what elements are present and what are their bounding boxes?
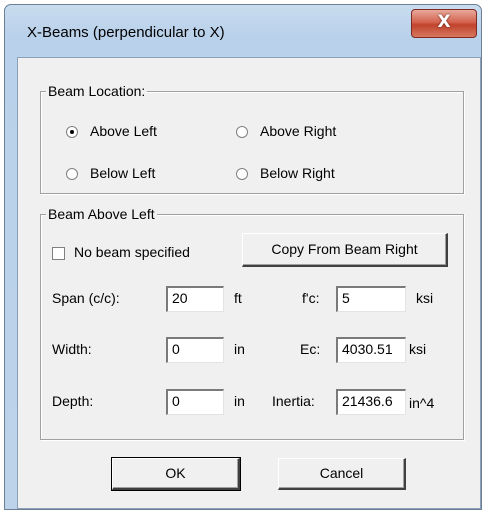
ec-input[interactable]: 4030.51	[336, 337, 406, 363]
close-icon: X	[437, 12, 451, 32]
depth-input[interactable]: 0	[166, 389, 224, 415]
no-beam-checkbox[interactable]	[52, 247, 65, 260]
dialog-client-area: Beam Location: Above Left Above Right Be…	[17, 57, 481, 509]
inertia-input[interactable]: 21436.6	[336, 389, 406, 415]
window-title: X-Beams (perpendicular to X)	[27, 24, 225, 41]
span-unit: ft	[234, 290, 242, 306]
beam-above-left-legend: Beam Above Left	[46, 206, 157, 222]
ok-button[interactable]: OK	[111, 457, 241, 491]
label-above-right: Above Right	[260, 123, 337, 139]
copy-from-beam-right-button[interactable]: Copy From Beam Right	[242, 233, 448, 267]
cancel-button[interactable]: Cancel	[278, 458, 406, 490]
ec-unit: ksi	[409, 341, 427, 357]
label-below-left: Below Left	[90, 165, 156, 181]
fc-label: f'c:	[302, 290, 320, 306]
width-input[interactable]: 0	[166, 337, 224, 363]
label-below-right: Below Right	[260, 165, 335, 181]
depth-unit: in	[234, 393, 245, 409]
radio-below-left[interactable]	[66, 168, 78, 180]
span-label: Span (c/c):	[52, 290, 120, 306]
no-beam-label: No beam specified	[74, 244, 190, 260]
radio-above-right[interactable]	[236, 126, 248, 138]
label-above-left: Above Left	[90, 123, 157, 139]
dialog-window: X-Beams (perpendicular to X) X Beam Loca…	[4, 4, 482, 510]
width-label: Width:	[52, 341, 92, 357]
inertia-label: Inertia:	[272, 393, 315, 409]
radio-below-right[interactable]	[236, 168, 248, 180]
inertia-unit: in^4	[409, 395, 435, 411]
close-button[interactable]: X	[411, 9, 477, 38]
radio-above-left[interactable]	[66, 126, 78, 138]
width-unit: in	[234, 341, 245, 357]
ec-label: Ec:	[300, 341, 321, 357]
depth-label: Depth:	[52, 393, 94, 409]
span-input[interactable]: 20	[166, 286, 224, 312]
beam-location-legend: Beam Location:	[46, 83, 148, 99]
fc-unit: ksi	[416, 290, 434, 306]
fc-input[interactable]: 5	[336, 286, 406, 312]
